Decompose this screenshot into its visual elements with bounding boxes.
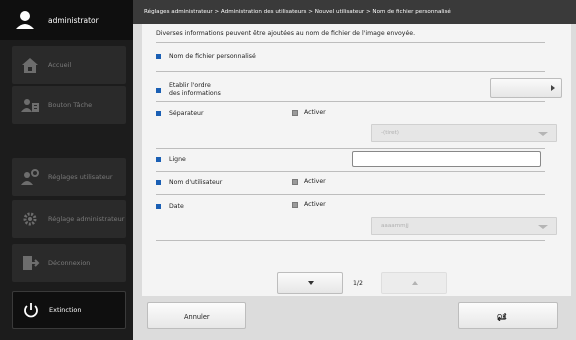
sidebar-item-label: Accueil [48, 61, 72, 69]
username-enable-checkbox[interactable]: Activer [292, 178, 326, 185]
line-input[interactable] [352, 151, 541, 167]
username-label: Nom d'utilisateur [169, 179, 223, 186]
line-label: Ligne [169, 156, 186, 163]
enter-icon [497, 313, 506, 322]
divider [156, 194, 545, 195]
custom-filename-label: Nom de fichier personnalisé [169, 53, 256, 60]
user-icon [14, 9, 36, 31]
bullet-icon [156, 54, 161, 59]
date-enable-checkbox[interactable]: Activer [292, 201, 326, 208]
date-format-select[interactable]: aaaammjj [371, 217, 557, 235]
gear-icon [20, 210, 40, 228]
divider [156, 42, 545, 43]
sidebar-item-home[interactable]: Accueil [12, 46, 126, 84]
home-icon [20, 56, 40, 74]
separator-select[interactable]: -(tiret) [371, 124, 557, 142]
bullet-icon [156, 180, 161, 185]
sidebar-item-label: Déconnexion [48, 259, 91, 267]
date-row: Date [156, 203, 184, 210]
bullet-icon [156, 157, 161, 162]
chevron-down-icon [538, 225, 548, 229]
order-settings-button[interactable] [490, 78, 562, 98]
bullet-icon [156, 88, 161, 93]
form-panel: Diverses informations peuvent être ajout… [142, 24, 571, 296]
ok-button[interactable]: OK [458, 302, 558, 329]
sidebar-item-label: Réglage administrateur [48, 215, 125, 223]
divider [156, 71, 545, 72]
separator-select-value: -(tiret) [381, 130, 399, 136]
sidebar-item-user-settings[interactable]: Réglages utilisateur [12, 158, 126, 196]
order-row: Etablir l'ordre des informations [156, 82, 221, 98]
separator-enable-label: Activer [304, 109, 326, 116]
user-gear-icon [20, 168, 40, 186]
sidebar: administrator Accueil Bouton Tâche Régla… [0, 0, 133, 340]
divider [156, 240, 545, 241]
username-row: Nom d'utilisateur [156, 179, 222, 186]
checkbox-icon [292, 178, 298, 185]
users-icon [20, 96, 40, 114]
bullet-icon [156, 204, 161, 209]
sidebar-item-label: Bouton Tâche [48, 101, 93, 109]
logout-icon [20, 254, 40, 272]
page-indicator: 1/2 [353, 280, 363, 287]
line-row: Ligne [156, 156, 186, 163]
sidebar-item-shutdown[interactable]: Extinction [12, 291, 126, 329]
separator-label: Séparateur [169, 110, 204, 117]
main-panel: Réglages administrateur > Administration… [133, 0, 576, 340]
date-label: Date [169, 203, 184, 210]
cancel-label: Annuler [184, 313, 210, 321]
page-down-button[interactable] [277, 272, 343, 294]
divider [156, 101, 545, 102]
custom-filename-row: Nom de fichier personnalisé [156, 53, 256, 60]
sidebar-item-label: Extinction [49, 306, 82, 314]
sidebar-item-task-button[interactable]: Bouton Tâche [12, 86, 126, 124]
arrow-up-icon [412, 281, 418, 285]
arrow-down-icon [308, 281, 314, 285]
sidebar-item-logout[interactable]: Déconnexion [12, 244, 126, 282]
divider [156, 171, 545, 172]
order-label-line1: Etablir l'ordre [169, 82, 211, 89]
checkbox-icon [292, 109, 298, 116]
power-icon [21, 301, 41, 319]
user-name: administrator [48, 15, 99, 25]
breadcrumb: Réglages administrateur > Administration… [133, 0, 576, 24]
separator-row: Séparateur [156, 110, 204, 117]
order-label-line2: des informations [169, 90, 221, 97]
cancel-button[interactable]: Annuler [147, 302, 246, 329]
date-enable-label: Activer [304, 201, 326, 208]
user-bar: administrator [0, 0, 133, 40]
sidebar-item-admin-settings[interactable]: Réglage administrateur [12, 200, 126, 238]
bullet-icon [156, 111, 161, 116]
chevron-right-icon [551, 85, 555, 91]
divider [156, 148, 545, 149]
username-enable-label: Activer [304, 178, 326, 185]
chevron-down-icon [538, 132, 548, 136]
checkbox-icon [292, 201, 298, 208]
separator-enable-checkbox[interactable]: Activer [292, 109, 326, 116]
date-format-value: aaaammjj [381, 223, 409, 229]
sidebar-item-label: Réglages utilisateur [48, 173, 113, 181]
description: Diverses informations peuvent être ajout… [156, 30, 416, 37]
page-up-button[interactable] [381, 272, 447, 294]
